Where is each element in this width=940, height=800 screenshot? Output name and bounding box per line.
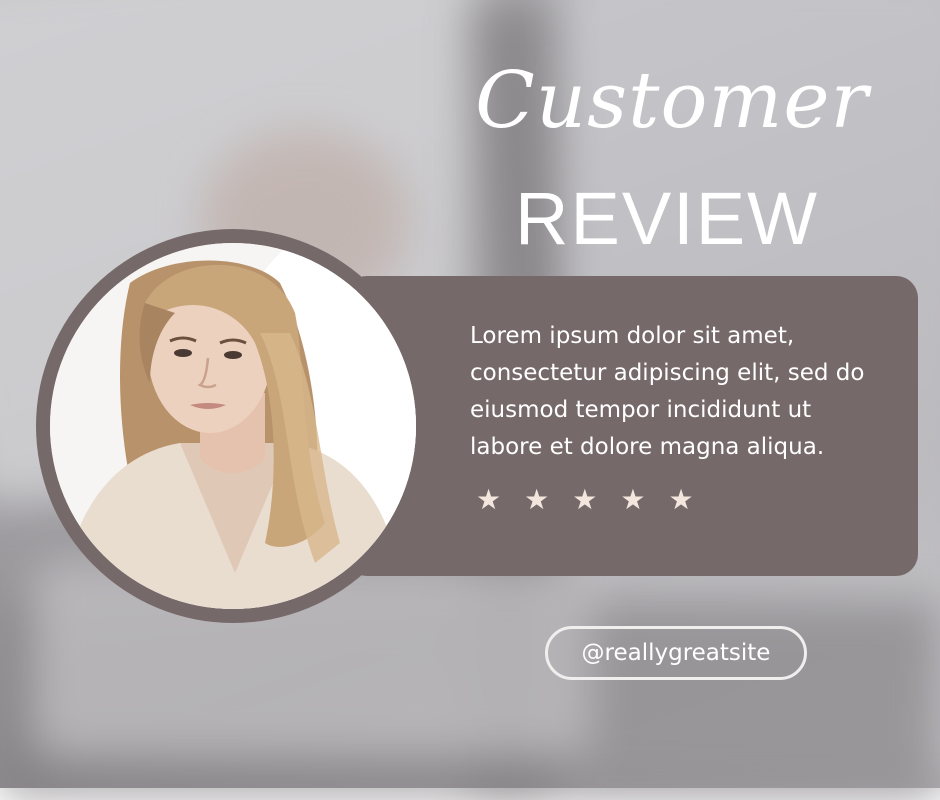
star-rating: ★ ★ ★ ★ ★ (476, 486, 694, 514)
star-icon: ★ (620, 483, 646, 516)
star-icon: ★ (668, 483, 694, 516)
customer-portrait-illustration (50, 243, 416, 609)
website-handle-badge[interactable]: @reallygreatsite (545, 626, 807, 680)
star-icon: ★ (524, 483, 550, 516)
star-icon: ★ (572, 483, 598, 516)
title-script: Customer (475, 56, 869, 146)
review-text: Lorem ipsum dolor sit amet, consectetur … (470, 323, 865, 460)
title-caps: REVIEW (515, 177, 819, 260)
customer-photo (50, 243, 416, 609)
star-icon: ★ (476, 483, 502, 516)
